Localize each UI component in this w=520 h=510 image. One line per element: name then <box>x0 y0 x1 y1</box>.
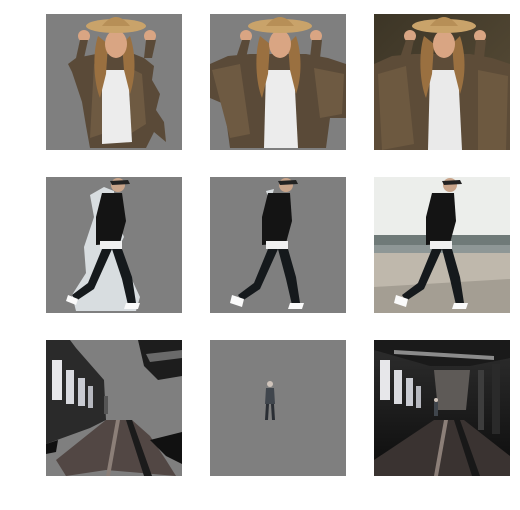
man-original-image <box>374 177 510 313</box>
row1-masked-subject-panel <box>46 14 182 150</box>
hall-original-image <box>374 340 510 476</box>
row2-masked-subject-panel <box>46 177 182 313</box>
row1-masked-subject-expanded-panel <box>210 14 346 150</box>
man-masked-expanded-image <box>210 177 346 313</box>
woman-original-image <box>374 14 510 150</box>
row3-masked-person-panel <box>210 340 346 476</box>
hall-masked-scene-image <box>46 340 182 476</box>
woman-masked-expanded-image <box>210 14 346 150</box>
man-masked-image <box>46 177 182 313</box>
row2-original-panel <box>374 177 510 313</box>
row2-masked-subject-expanded-panel <box>210 177 346 313</box>
row3-masked-scene-panel <box>46 340 182 476</box>
woman-masked-image <box>46 14 182 150</box>
row3-original-panel <box>374 340 510 476</box>
hall-masked-person-image <box>210 340 346 476</box>
row1-original-panel <box>374 14 510 150</box>
